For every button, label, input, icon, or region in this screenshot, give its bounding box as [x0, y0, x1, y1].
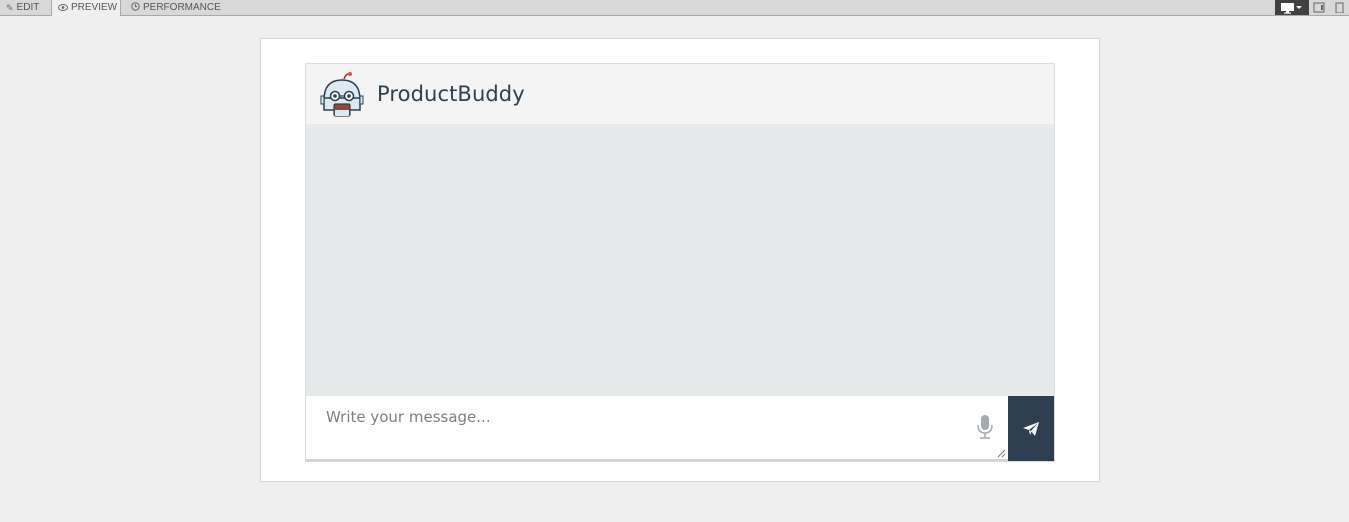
eye-icon [58, 1, 68, 15]
bot-name: ProductBuddy [377, 82, 525, 106]
edit-icon: ✎ [6, 2, 14, 13]
phone-view-button[interactable] [1329, 0, 1349, 15]
messages-area[interactable] [306, 124, 1054, 395]
chat-widget: ProductBuddy [305, 63, 1055, 462]
send-button[interactable] [1008, 396, 1054, 461]
tab-performance-label: PERFORMANCE [143, 1, 221, 13]
tab-preview[interactable]: PREVIEW [51, 0, 121, 16]
chat-header: ProductBuddy [306, 64, 1054, 124]
robot-avatar-icon [317, 71, 364, 117]
tab-edit[interactable]: ✎ EDIT [0, 0, 52, 15]
tab-preview-label: PREVIEW [71, 2, 118, 13]
microphone-icon[interactable] [976, 414, 994, 440]
clock-icon [131, 1, 140, 15]
message-composer [306, 396, 1054, 461]
tablet-icon [1313, 2, 1325, 13]
tab-performance[interactable]: PERFORMANCE [125, 0, 225, 15]
preview-toolbar: ✎ EDIT PREVIEW PERFORMANCE [0, 0, 1349, 16]
message-input[interactable] [306, 396, 1008, 459]
phone-icon [1335, 2, 1344, 13]
preview-frame: ProductBuddy [260, 38, 1100, 482]
tablet-view-button[interactable] [1309, 0, 1329, 15]
paper-plane-icon [1023, 421, 1039, 436]
desktop-icon [1281, 2, 1302, 14]
resize-grip-icon[interactable] [996, 448, 1006, 458]
tab-edit-label: EDIT [16, 1, 40, 13]
device-switcher [1275, 0, 1349, 15]
desktop-view-button[interactable] [1275, 0, 1309, 15]
